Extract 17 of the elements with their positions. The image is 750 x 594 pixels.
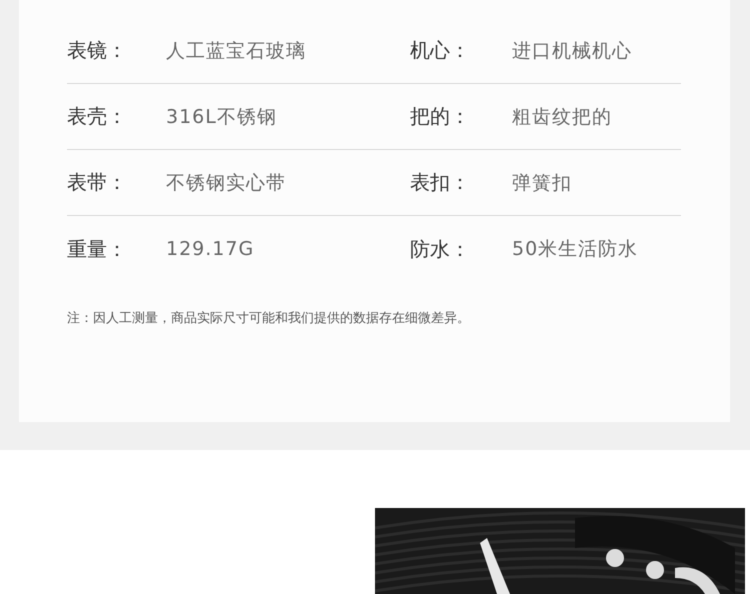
- spec-label: 防水：: [410, 236, 470, 262]
- spec-value: 不锈钢实心带: [166, 170, 286, 196]
- spec-label: 机心：: [410, 37, 470, 64]
- spec-label: 重量：: [67, 236, 127, 262]
- spec-value: 50米生活防水: [512, 237, 638, 262]
- spec-value: 进口机械机心: [512, 38, 632, 64]
- spec-value: 316L不锈钢: [166, 104, 277, 130]
- spec-label: 表扣：: [410, 169, 470, 196]
- spec-value: 129.17G: [166, 238, 254, 260]
- spec-label: 表带：: [67, 169, 127, 196]
- spec-label: 把的：: [410, 103, 470, 130]
- disclaimer-note: 注：因人工测量，商品实际尺寸可能和我们提供的数据存在细微差异。: [67, 310, 470, 327]
- spec-label: 表镜：: [67, 37, 127, 64]
- spec-label: 表壳：: [67, 103, 127, 130]
- spec-value: 人工蓝宝石玻璃: [166, 38, 306, 64]
- spec-value: 粗齿纹把的: [512, 104, 612, 130]
- spec-value: 弹簧扣: [512, 170, 572, 196]
